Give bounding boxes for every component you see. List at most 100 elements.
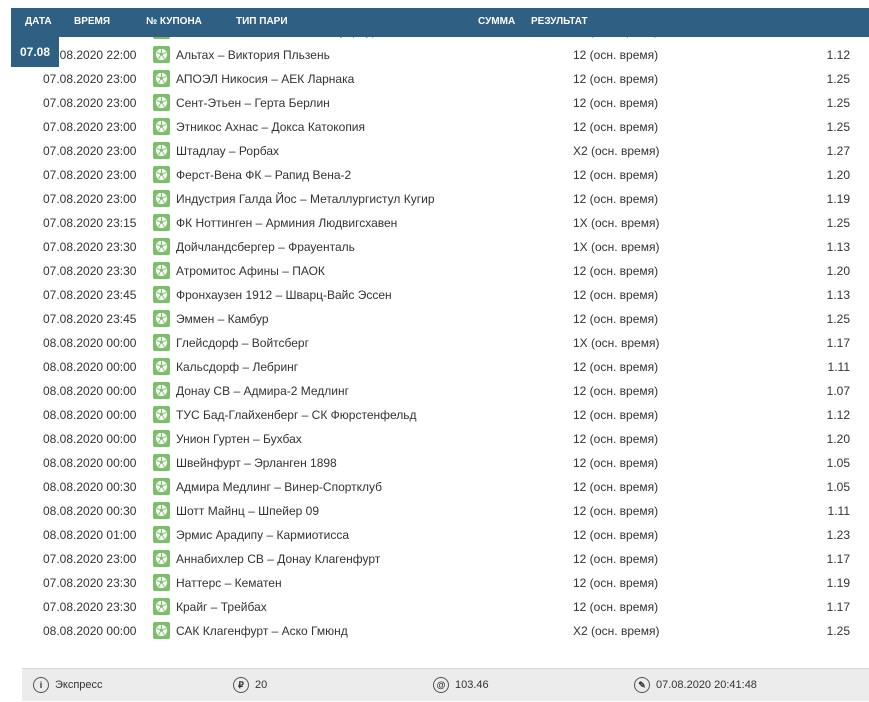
bet-row[interactable]: 08.08.2020 00:00 ТУС Бад-Глайхенберг – СК… xyxy=(22,403,869,427)
event-name[interactable]: Шотт Майнц – Шпейер 09 xyxy=(176,504,319,518)
bet-row[interactable]: 08.08.2020 00:00 Швейнфурт – Эрланген 189… xyxy=(22,451,869,475)
bet-odds: 1.19 xyxy=(826,192,850,206)
bet-odds: 1.25 xyxy=(826,216,850,230)
soccer-ball-icon xyxy=(153,526,170,543)
bet-outcome: 12 (осн. время) xyxy=(573,312,659,326)
event-name[interactable]: ТУС Бад-Глайхенберг – СК Фюрстенфельд xyxy=(176,408,417,422)
bet-row[interactable]: 07.08.2020 23:30 Дойчландсбергер – Фрауен… xyxy=(22,235,869,259)
event-name[interactable]: Кальсдорф – Лебринг xyxy=(176,360,298,374)
header-bet-type[interactable]: ТИП ПАРИ xyxy=(236,8,288,37)
bet-row[interactable]: 07.08.2020 23:00 Сент-Этьен – Герта Берли… xyxy=(22,91,869,115)
event-datetime: 08.08.2020 00:00 xyxy=(43,336,137,350)
bet-row[interactable]: 07.08.2020 23:30 Атромитос Афины – ПАОК 12… xyxy=(22,259,869,283)
bet-odds: 1.05 xyxy=(826,480,850,494)
header-result[interactable]: РЕЗУЛЬТАТ xyxy=(531,8,588,37)
event-name[interactable]: Швейнфурт – Эрланген 1898 xyxy=(176,456,337,470)
bet-outcome: 12 (осн. время) xyxy=(573,288,659,302)
bet-row[interactable]: 07.08.2020 23:30 Наттерс – Кематен 12 (осн… xyxy=(22,571,869,595)
event-name[interactable]: Эрмис Арадипу – Кармиотисса xyxy=(176,528,349,542)
bet-row[interactable]: 07.08.2020 23:45 Эммен – Камбур 12 (осн. в… xyxy=(22,307,869,331)
bet-row[interactable]: 07.08.2020 23:00 АПОЭЛ Никосия – АЕК Ларн… xyxy=(22,67,869,91)
bet-odds: 1.05 xyxy=(826,456,850,470)
bet-row[interactable]: 07.08.2020 23:00 Аннабихлер СВ – Донау Кл… xyxy=(22,547,869,571)
bet-odds: 1.23 xyxy=(826,528,850,542)
event-name[interactable]: Наттерс – Кематен xyxy=(176,576,282,590)
bet-row[interactable]: 07.08.2020 23:00 Штадлау – Рорбах Х2 (осн.… xyxy=(22,139,869,163)
event-name[interactable]: Дойчландсбергер – Фрауенталь xyxy=(176,240,355,254)
soccer-ball-icon xyxy=(153,214,170,231)
event-datetime: 08.08.2020 00:00 xyxy=(43,360,137,374)
table-header: ДАТА ВРЕМЯ № КУПОНА ТИП ПАРИ СУММА РЕЗУЛ… xyxy=(11,8,869,37)
bet-row[interactable]: 08.08.2020 01:00 Эрмис Арадипу – Кармиоти… xyxy=(22,523,869,547)
bet-row[interactable]: 07.08.2020 23:00 Этникос Ахнас – Докса Ка… xyxy=(22,115,869,139)
bet-row[interactable]: 08.08.2020 00:00 Кальсдорф – Лебринг 12 (о… xyxy=(22,355,869,379)
bet-outcome: 12 (осн. время) xyxy=(573,192,659,206)
event-name[interactable]: Индустрия Галда Йос – Металлургистул Куг… xyxy=(176,192,435,206)
event-name[interactable]: Аннабихлер СВ – Донау Клагенфурт xyxy=(176,552,380,566)
event-name[interactable]: Фронхаузен 1912 – Шварц-Вайс Эссен xyxy=(176,288,392,302)
event-name[interactable]: Крайг – Трейбах xyxy=(176,600,267,614)
event-name[interactable]: Глейсдорф – Войтсберг xyxy=(176,336,309,350)
bet-row[interactable]: 08.08.2020 00:00 САК Клагенфурт – Аско Гм… xyxy=(22,619,869,643)
event-name[interactable]: Унион Гуртен – Бухбах xyxy=(176,432,302,446)
event-datetime: 08.08.2020 00:30 xyxy=(43,504,137,518)
soccer-ball-icon xyxy=(153,94,170,111)
bet-odds: 1.20 xyxy=(826,168,850,182)
bet-row[interactable]: 07.08.2020 23:30 Крайг – Трейбах 12 (осн. … xyxy=(22,595,869,619)
bet-odds: 1.07 xyxy=(826,384,850,398)
event-datetime: 08.08.2020 00:00 xyxy=(43,624,137,638)
event-name[interactable]: Адмира Медлинг – Винер-Спортклуб xyxy=(176,480,382,494)
bet-odds: 1.19 xyxy=(826,576,850,590)
event-name[interactable]: Штадлау – Рорбах xyxy=(176,144,279,158)
soccer-ball-icon xyxy=(153,430,170,447)
bet-outcome: 12 (осн. время) xyxy=(573,408,659,422)
event-datetime: 07.08.2020 23:30 xyxy=(43,264,137,278)
event-name[interactable]: Донау СВ – Адмира-2 Медлинг xyxy=(176,384,349,398)
event-name[interactable]: Сент-Этьен – Герта Берлин xyxy=(176,96,330,110)
event-name[interactable]: Локомотив М – Сент-Этьен Нуарбург xyxy=(176,37,382,38)
event-name[interactable]: САК Клагенфурт – Аско Гмюнд xyxy=(176,624,348,638)
bet-outcome: Х2 (осн. время) xyxy=(573,624,660,638)
bet-odds: 1.17 xyxy=(826,600,850,614)
bet-row[interactable]: 07.08.2020 23:15 ФК Ноттинген – Арминия Л… xyxy=(22,211,869,235)
bet-outcome: 12 (осн. время) xyxy=(573,72,659,86)
bet-row[interactable]: 07.08.2020 23:00 Ферст-Вена ФК – Рапид Ве… xyxy=(22,163,869,187)
bet-row[interactable]: 08.08.2020 00:30 Шотт Майнц – Шпейер 09 12… xyxy=(22,499,869,523)
header-time[interactable]: ВРЕМЯ xyxy=(74,8,110,37)
header-date[interactable]: ДАТА xyxy=(25,8,52,37)
bet-odds: 1.11 xyxy=(827,504,850,518)
event-datetime: 08.08.2020 00:00 xyxy=(43,408,137,422)
event-name[interactable]: Альтах – Виктория Пльзень xyxy=(176,48,330,62)
event-name[interactable]: Этникос Ахнас – Докса Катокопия xyxy=(176,120,365,134)
soccer-ball-icon xyxy=(153,478,170,495)
soccer-ball-icon xyxy=(153,262,170,279)
event-name[interactable]: Ферст-Вена ФК – Рапид Вена-2 xyxy=(176,168,351,182)
bet-row[interactable]: 08.08.2020 00:00 Глейсдорф – Войтсберг 1Х … xyxy=(22,331,869,355)
bet-row[interactable]: 07.08.2020 23:00 Индустрия Галда Йос – Ме… xyxy=(22,187,869,211)
bet-outcome: 12 (осн. время) xyxy=(573,456,659,470)
soccer-ball-icon xyxy=(153,574,170,591)
event-datetime: 07.08.2020 23:00 xyxy=(43,144,137,158)
header-coupon-number[interactable]: № КУПОНА xyxy=(146,8,202,37)
event-name[interactable]: ФК Ноттинген – Арминия Людвигсхавен xyxy=(176,216,397,230)
bet-list-rows: 07.08.2020 23:00 Локомотив М – Сент-Этьен… xyxy=(22,37,869,643)
header-amount[interactable]: СУММА xyxy=(478,8,515,37)
event-name[interactable]: АПОЭЛ Никосия – АЕК Ларнака xyxy=(176,72,354,86)
bet-odds: 1.12 xyxy=(826,48,850,62)
bet-row[interactable]: 08.08.2020 00:00 Унион Гуртен – Бухбах 12 … xyxy=(22,427,869,451)
soccer-ball-icon xyxy=(153,334,170,351)
bet-row[interactable]: 07.08.2020 22:00 Альтах – Виктория Пльзен… xyxy=(22,43,869,67)
bet-odds: 1.13 xyxy=(826,240,850,254)
bet-list[interactable]: 07.08.2020 23:00 Локомотив М – Сент-Этьен… xyxy=(22,37,869,663)
soccer-ball-icon xyxy=(153,142,170,159)
bet-row[interactable]: 07.08.2020 23:45 Фронхаузен 1912 – Шварц-… xyxy=(22,283,869,307)
pen-icon: ✎ xyxy=(634,677,650,694)
event-name[interactable]: Эммен – Камбур xyxy=(176,312,269,326)
event-name[interactable]: Атромитос Афины – ПАОК xyxy=(176,264,325,278)
bet-outcome: 1Х (осн. время) xyxy=(573,240,660,254)
bet-row[interactable]: 08.08.2020 00:30 Адмира Медлинг – Винер-С… xyxy=(22,475,869,499)
at-icon: @ xyxy=(433,677,449,694)
bet-row[interactable]: 08.08.2020 00:00 Донау СВ – Адмира-2 Медл… xyxy=(22,379,869,403)
soccer-ball-icon xyxy=(153,598,170,615)
event-datetime: 07.08.2020 23:30 xyxy=(43,600,137,614)
